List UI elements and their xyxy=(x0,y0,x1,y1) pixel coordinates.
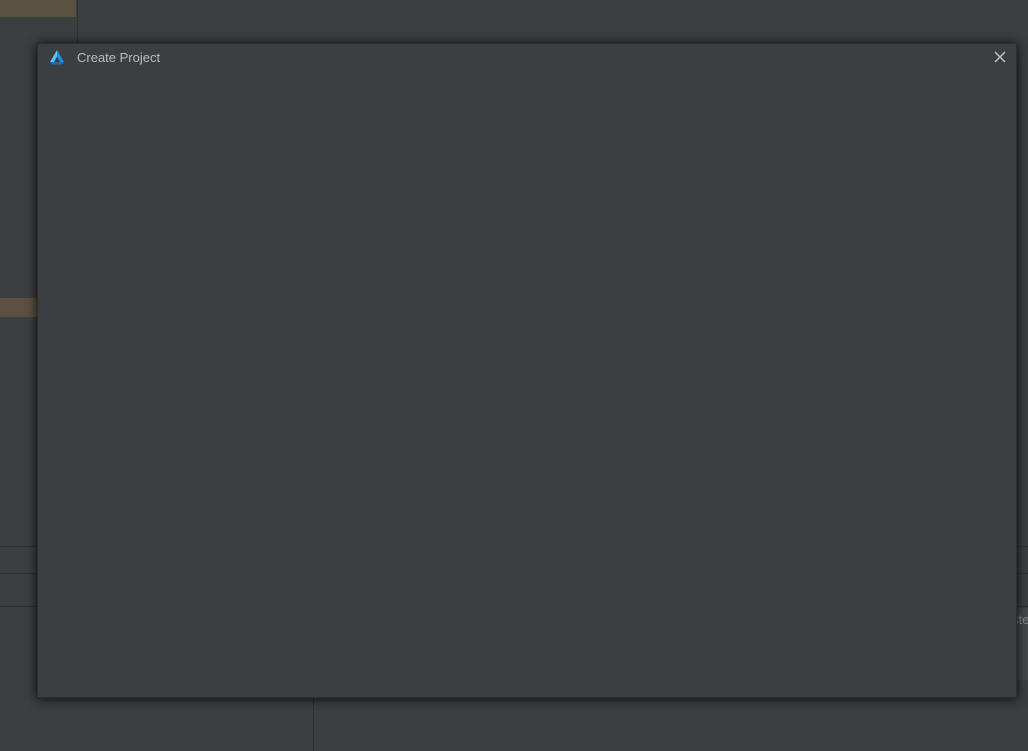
dialog-titlebar[interactable]: Create Project xyxy=(38,44,1016,71)
ide-window: ste Create Project xyxy=(0,0,1028,751)
close-button[interactable] xyxy=(990,47,1010,67)
tree-selected-row xyxy=(0,0,76,17)
dialog-title: Create Project xyxy=(77,50,161,65)
deveco-logo-icon xyxy=(48,49,66,65)
tree-highlighted-row xyxy=(0,298,37,317)
dialog-content-area xyxy=(38,71,1016,697)
background-tab-label: ste xyxy=(1016,612,1028,627)
create-project-dialog: Create Project xyxy=(37,43,1017,698)
close-icon xyxy=(994,51,1006,63)
background-tab: ste xyxy=(1016,608,1028,680)
